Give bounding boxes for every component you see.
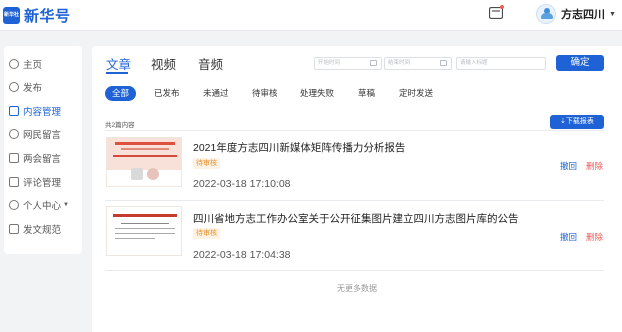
filter-published[interactable]: 已发布	[154, 86, 180, 101]
chevron-down-icon: ▼	[63, 201, 69, 208]
filter-all[interactable]: 全部	[105, 86, 137, 101]
divider	[105, 270, 604, 271]
tab-active-indicator	[106, 72, 128, 74]
notification-dot	[500, 5, 504, 9]
chevron-down-icon: ▼	[609, 10, 616, 18]
delete-button[interactable]: 删除	[586, 160, 603, 172]
home-icon	[9, 58, 19, 69]
sidebar-item-label: 主页	[23, 59, 43, 71]
sidebar-item-label: 内容管理	[23, 106, 62, 118]
start-date-placeholder: 开始时间	[318, 60, 341, 66]
sidebar-item-label: 两会留言	[23, 153, 62, 165]
rules-icon	[9, 223, 19, 234]
publish-icon	[9, 81, 19, 92]
top-bar: 新华社 新华号 方志四川 ▼	[0, 0, 622, 31]
sidebar-item-label: 发文规范	[23, 224, 62, 236]
filter-pending[interactable]: 待审核	[252, 86, 278, 101]
calendar-icon	[440, 60, 447, 66]
no-more-data: 无更多数据	[337, 284, 377, 293]
avatar	[536, 4, 556, 24]
sidebar-item-label: 评论管理	[23, 177, 62, 189]
user-menu[interactable]: 方志四川 ▼	[536, 4, 616, 24]
sidebar-item-home[interactable]: 主页	[4, 54, 82, 73]
status-badge: 待审核	[193, 158, 220, 169]
withdraw-button[interactable]: 撤回	[560, 231, 577, 243]
article-thumbnail[interactable]	[106, 206, 182, 256]
sidebar-item-label: 网民留言	[23, 129, 62, 141]
end-date-placeholder: 结束时间	[388, 60, 411, 66]
sidebar-item-comments[interactable]: 评论管理	[4, 172, 82, 191]
status-badge: 待审核	[193, 228, 220, 239]
sidebar-item-publish[interactable]: 发布	[4, 77, 82, 96]
download-report-button[interactable]: ⇣下载报表	[550, 115, 604, 129]
user-icon	[9, 199, 19, 210]
confirm-button[interactable]: 确定	[556, 55, 604, 71]
article-time: 2022-03-18 17:10:08	[193, 178, 291, 190]
filter-failed[interactable]: 处理失败	[300, 86, 334, 101]
article-thumbnail[interactable]	[106, 137, 182, 187]
divider	[105, 130, 604, 131]
sidebar-item-label: 个人中心	[23, 200, 62, 212]
article-time: 2022-03-18 17:04:38	[193, 249, 291, 261]
congress-message-icon	[9, 152, 19, 163]
start-date-input[interactable]: 开始时间	[314, 57, 382, 70]
sidebar-item-congress-messages[interactable]: 两会留言	[4, 148, 82, 167]
sidebar-item-messages[interactable]: 网民留言	[4, 124, 82, 143]
user-name: 方志四川	[561, 9, 605, 21]
sidebar: 主页 发布 内容管理 网民留言 两会留言 评论管理 个人中心 ▼ 发文规范	[4, 46, 82, 254]
logo-badge: 新华社	[3, 7, 20, 24]
total-count: 共2篇内容	[105, 122, 135, 129]
tab-video[interactable]: 视频	[151, 54, 176, 73]
sidebar-item-profile[interactable]: 个人中心 ▼	[4, 195, 82, 214]
message-icon	[9, 128, 19, 139]
sidebar-item-label: 发布	[23, 82, 43, 94]
end-date-input[interactable]: 结束时间	[384, 57, 452, 70]
main-panel: 文章 视频 音频 开始时间 结束时间 请输入标题 确定 全部 已发布 未通过 待…	[92, 46, 622, 332]
content-icon	[9, 105, 19, 116]
comment-icon	[9, 176, 19, 187]
sidebar-item-rules[interactable]: 发文规范	[4, 219, 82, 238]
article-title[interactable]: 2021年度方志四川新媒体矩阵传播力分析报告	[193, 140, 405, 155]
logo-text: 新华号	[24, 8, 71, 25]
filter-rejected[interactable]: 未通过	[203, 86, 229, 101]
title-search-placeholder: 请输入标题	[460, 60, 488, 66]
withdraw-button[interactable]: 撤回	[560, 160, 577, 172]
logo[interactable]: 新华社 新华号	[3, 5, 71, 26]
sidebar-item-content[interactable]: 内容管理	[4, 101, 82, 120]
filter-draft[interactable]: 草稿	[358, 86, 375, 101]
calendar-icon	[370, 60, 377, 66]
filter-scheduled[interactable]: 定时发送	[399, 86, 433, 101]
tab-articles[interactable]: 文章	[106, 54, 131, 73]
delete-button[interactable]: 删除	[586, 231, 603, 243]
article-title[interactable]: 四川省地方志工作办公室关于公开征集图片建立四川方志图片库的公告	[193, 211, 519, 226]
tab-audio[interactable]: 音频	[198, 54, 223, 73]
divider	[105, 200, 604, 201]
title-search-input[interactable]: 请输入标题	[456, 57, 546, 70]
